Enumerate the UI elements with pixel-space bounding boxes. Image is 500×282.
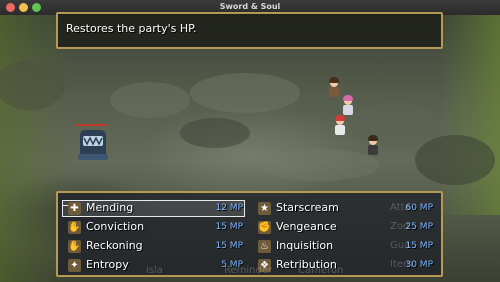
- ghost-party-name: Cameron: [298, 265, 344, 276]
- ghost-command: Item: [390, 259, 413, 270]
- hand-icon: ✋: [68, 221, 81, 234]
- help-window: Restores the party's HP.: [56, 12, 443, 49]
- party-member-1[interactable]: [327, 77, 341, 101]
- swirl-icon: ✦: [68, 259, 81, 272]
- ghost-command: Gua: [390, 240, 411, 251]
- skill-reckoning[interactable]: ✋ Reckoning 15 MP: [62, 238, 245, 255]
- heal-icon: ✚: [68, 202, 81, 215]
- fist-icon: ✊: [258, 221, 271, 234]
- hand-icon: ✋: [68, 240, 81, 253]
- party-member-4[interactable]: [366, 135, 380, 159]
- star-icon: ★: [258, 202, 271, 215]
- ghost-party-name: Reminder: [224, 265, 273, 276]
- selection-cursor: [62, 205, 68, 206]
- skill-window: ✚ Mending 12 MP ★ Starscream 60 MP ✋ Con…: [56, 191, 443, 277]
- ghost-command: Zod: [390, 221, 410, 232]
- window-title: Sword & Soul: [219, 2, 281, 11]
- skill-conviction[interactable]: ✋ Conviction 15 MP: [62, 219, 245, 236]
- enemy-sprite[interactable]: [74, 124, 110, 166]
- skill-mending[interactable]: ✚ Mending 12 MP: [62, 200, 245, 217]
- ghost-party-name: isla: [146, 265, 163, 276]
- help-text: Restores the party's HP.: [66, 22, 197, 35]
- flame-icon: ♨: [258, 240, 271, 253]
- ghost-command: Atta: [390, 202, 411, 213]
- party-member-3[interactable]: [333, 115, 347, 139]
